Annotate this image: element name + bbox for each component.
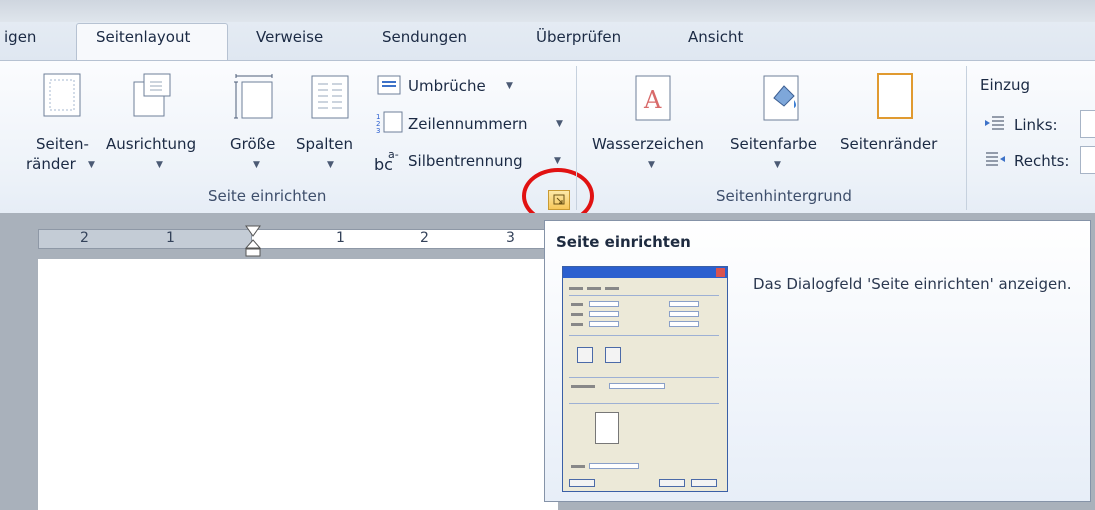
preview-ok-button <box>659 479 685 487</box>
links-input-box[interactable] <box>1080 110 1095 138</box>
preview-landscape <box>605 347 621 363</box>
preview-portrait <box>577 347 593 363</box>
tooltip-title: Seite einrichten <box>556 233 691 251</box>
indent-right-icon <box>986 152 1005 166</box>
wasserzeichen-label: Wasserzeichen <box>592 135 704 153</box>
chevron-down-icon: ▼ <box>88 160 95 170</box>
einzug-label: Einzug <box>980 76 1031 94</box>
seitenraender-label-2: ränder <box>26 155 76 173</box>
chevron-down-icon: ▼ <box>556 119 563 129</box>
ausrichtung-label: Ausrichtung <box>106 135 197 153</box>
orientation-icon <box>133 73 171 117</box>
preview-label <box>571 323 583 326</box>
chevron-down-icon: ▼ <box>506 81 513 91</box>
preview-field <box>669 311 699 317</box>
ruler-mark: 1 <box>166 230 175 246</box>
silbentrennung-label: Silbentrennung <box>408 152 523 170</box>
umbrueche-label: Umbrüche <box>408 77 486 95</box>
preview-label <box>571 385 595 388</box>
document-page[interactable] <box>38 259 558 510</box>
ruler-margin-left <box>38 229 252 249</box>
title-strip <box>0 0 1095 22</box>
preview-default-button <box>569 479 595 487</box>
tab-seitenlayout[interactable]: Seitenlayout <box>96 28 190 46</box>
page-borders-icon <box>877 73 913 119</box>
columns-icon <box>311 75 349 119</box>
preview-divider <box>569 295 719 296</box>
preview-field <box>589 463 639 469</box>
size-icon <box>234 74 273 119</box>
preview-divider <box>569 403 719 404</box>
links-label: Links: <box>1014 116 1058 134</box>
margins-icon <box>43 73 81 117</box>
indent-left-icon <box>985 116 1004 130</box>
zeilennummern-label: Zeilennummern <box>408 115 528 133</box>
rechts-label: Rechts: <box>1014 152 1070 170</box>
group-separator <box>576 66 577 210</box>
preview-tab <box>605 287 619 290</box>
preview-field <box>669 301 699 307</box>
seitenraender-border-label: Seitenränder <box>840 135 938 153</box>
svg-text:a-: a- <box>388 148 399 161</box>
group-separator <box>966 66 967 210</box>
preview-divider <box>569 335 719 336</box>
preview-field <box>589 311 619 317</box>
page-color-icon <box>763 75 799 121</box>
document-margin <box>0 259 38 510</box>
chevron-down-icon: ▼ <box>774 160 781 170</box>
preview-field <box>589 321 619 327</box>
group-label-seite-einrichten: Seite einrichten <box>208 187 327 205</box>
preview-field <box>589 301 619 307</box>
watermark-icon: A <box>635 75 671 121</box>
groesse-label: Größe <box>230 135 276 153</box>
preview-label <box>571 303 583 306</box>
tab-verweise[interactable]: Verweise <box>256 28 323 46</box>
dialog-preview-image <box>562 266 728 492</box>
tab-sendungen[interactable]: Sendungen <box>382 28 467 46</box>
preview-tab <box>569 287 583 290</box>
ruler-mark: 2 <box>420 230 429 246</box>
chevron-down-icon: ▼ <box>554 156 561 166</box>
close-icon <box>716 268 725 277</box>
seitenraender-label-1: Seiten- <box>36 135 89 153</box>
hyphenation-icon: bc a- <box>374 148 399 174</box>
indent-marker-icon[interactable] <box>244 224 262 260</box>
svg-text:A: A <box>643 86 662 114</box>
chevron-down-icon: ▼ <box>648 160 655 170</box>
rechts-input-box[interactable] <box>1080 146 1095 174</box>
ruler-mark: 3 <box>506 230 515 246</box>
tooltip-description: Das Dialogfeld 'Seite einrichten' anzeig… <box>753 275 1072 293</box>
tab-ueberpruefen[interactable]: Überprüfen <box>536 28 621 46</box>
chevron-down-icon: ▼ <box>327 160 334 170</box>
preview-label <box>571 313 583 316</box>
seitenfarbe-label: Seitenfarbe <box>730 135 817 153</box>
tab-einfuegen[interactable]: igen <box>4 28 36 46</box>
preview-label <box>571 465 585 468</box>
preview-tab <box>587 287 601 290</box>
breaks-icon <box>377 75 401 95</box>
preview-field <box>609 383 665 389</box>
preview-titlebar <box>563 267 727 278</box>
preview-field <box>669 321 699 327</box>
line-numbers-icon: 1 2 3 <box>376 111 403 134</box>
ruler-mark: 1 <box>336 230 345 246</box>
spalten-label: Spalten <box>296 135 354 153</box>
svg-text:3: 3 <box>376 127 380 134</box>
chevron-down-icon: ▼ <box>156 160 163 170</box>
chevron-down-icon: ▼ <box>253 160 260 170</box>
preview-page <box>595 412 619 444</box>
tab-ansicht[interactable]: Ansicht <box>688 28 743 46</box>
preview-divider <box>569 377 719 378</box>
group-label-seitenhintergrund: Seitenhintergrund <box>716 187 852 205</box>
preview-cancel-button <box>691 479 717 487</box>
ruler-mark: 2 <box>80 230 89 246</box>
